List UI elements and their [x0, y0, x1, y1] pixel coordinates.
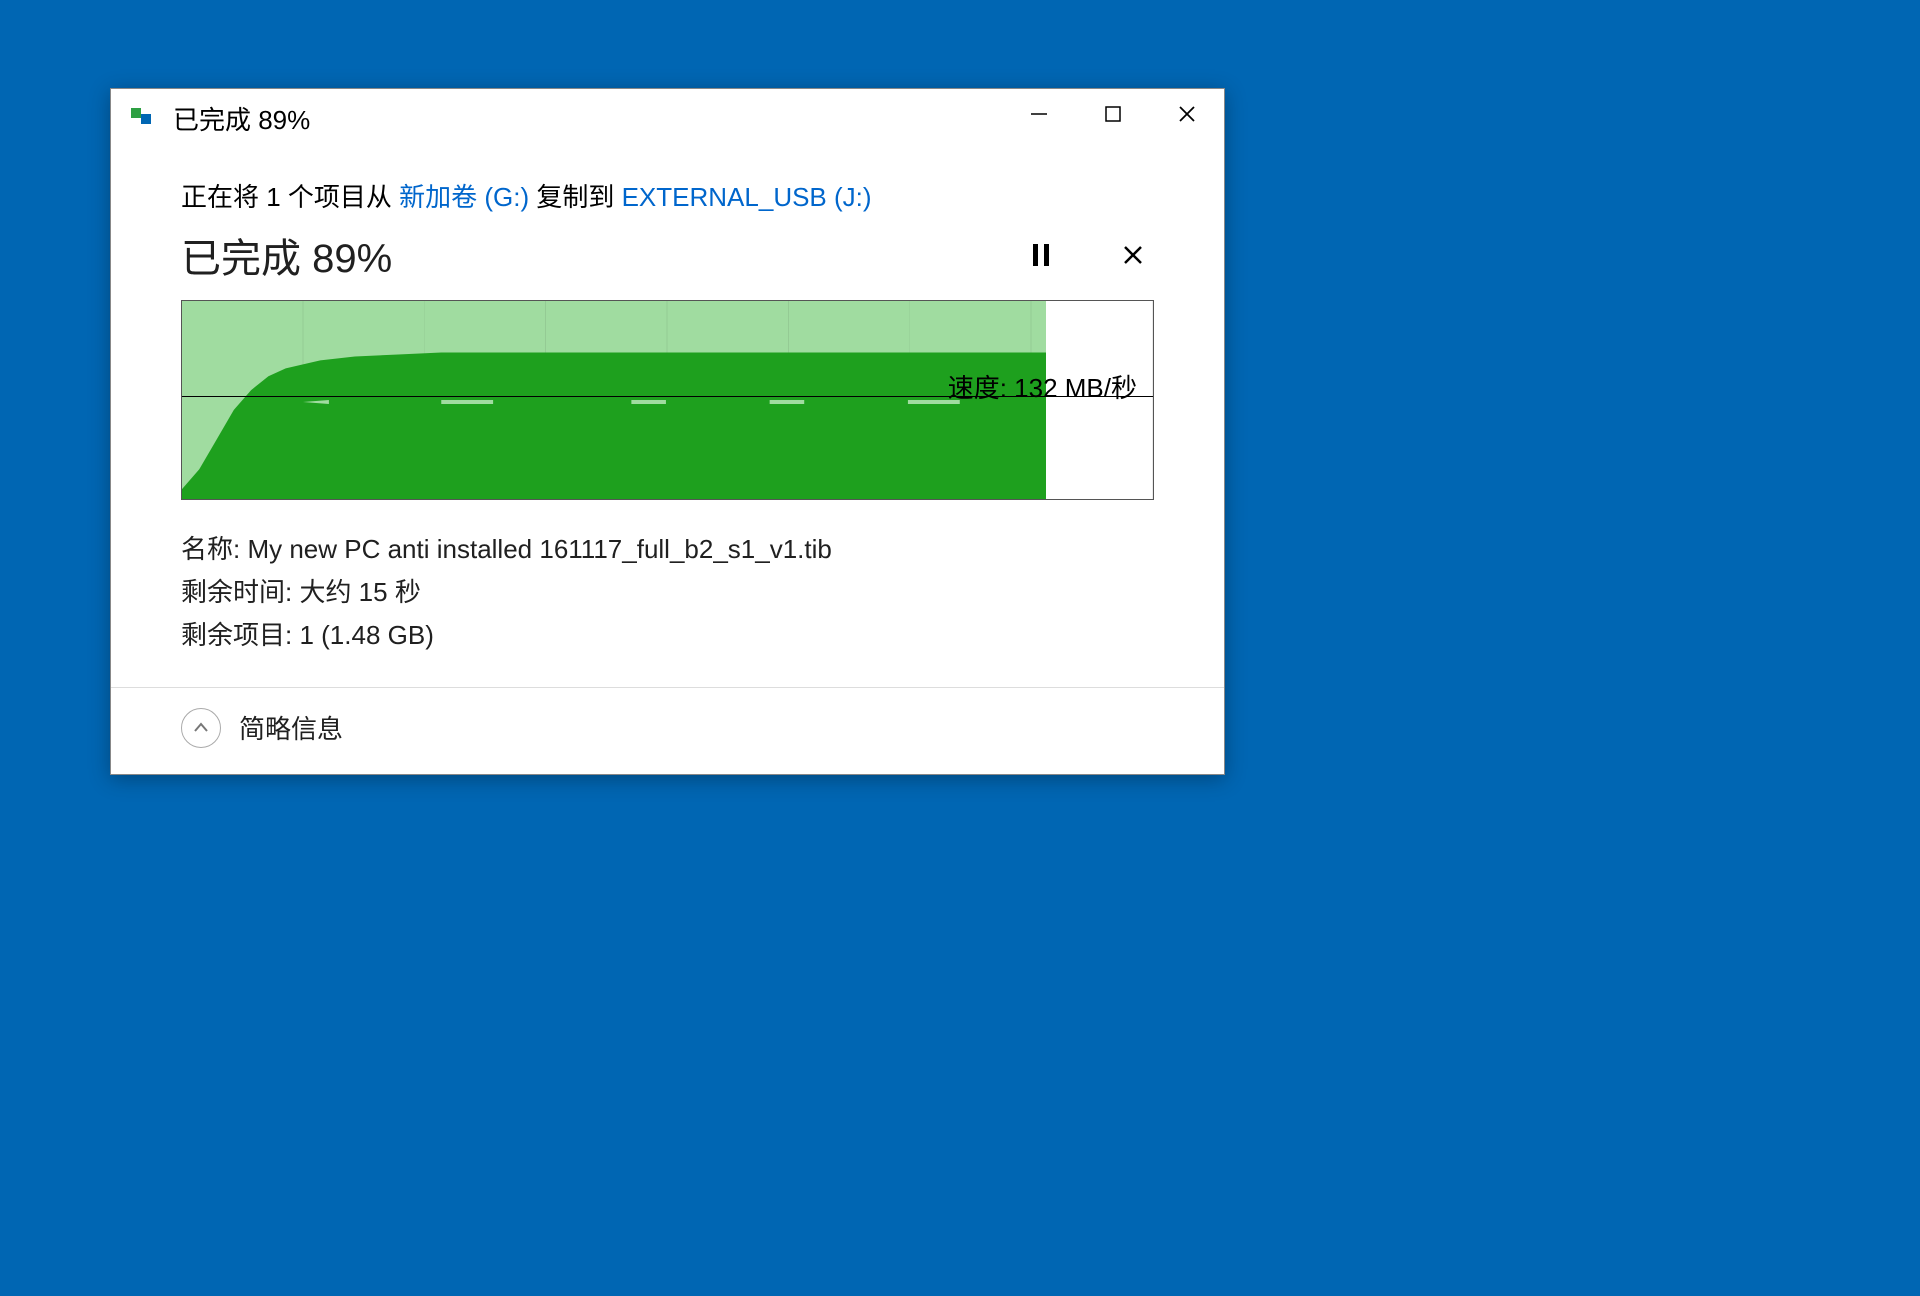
name-label: 名称: — [181, 534, 247, 564]
time-label: 剩余时间: — [181, 577, 299, 607]
titlebar[interactable]: 已完成 89% — [111, 89, 1224, 147]
minimize-button[interactable] — [1002, 89, 1076, 139]
progress-header: 已完成 89% — [181, 226, 1154, 284]
speed-label-text: 速度: — [948, 373, 1014, 403]
details-block: 名称: My new PC anti installed 161117_full… — [181, 528, 1154, 657]
items-value: 1 (1.48 GB) — [299, 620, 433, 650]
maximize-button[interactable] — [1076, 89, 1150, 139]
speed-value: 132 MB/秒 — [1014, 373, 1137, 403]
collapse-button[interactable] — [181, 708, 221, 748]
speed-label: 速度: 132 MB/秒 — [944, 368, 1141, 405]
file-copy-dialog: 已完成 89% 正在将 1 个项目从 新加卷 (G:) 复制到 EXTERNAL… — [110, 88, 1225, 775]
window-title: 已完成 89% — [173, 100, 310, 137]
copy-icon — [131, 106, 159, 130]
window-controls — [1002, 89, 1224, 139]
dest-link[interactable]: EXTERNAL_USB (J:) — [622, 182, 872, 212]
chart-area — [182, 301, 1046, 499]
speed-chart: 速度: 132 MB/秒 — [181, 300, 1154, 500]
name-value: My new PC anti installed 161117_full_b2_… — [247, 534, 831, 564]
copy-mid: 复制到 — [529, 182, 621, 212]
detail-name: 名称: My new PC anti installed 161117_full… — [181, 528, 1154, 571]
progress-actions — [1026, 240, 1154, 270]
progress-text: 已完成 89% — [181, 226, 392, 284]
dialog-footer: 简略信息 — [111, 687, 1224, 774]
source-link[interactable]: 新加卷 (G:) — [399, 182, 529, 212]
copy-prefix: 正在将 1 个项目从 — [181, 182, 399, 212]
cancel-button[interactable] — [1118, 240, 1148, 270]
time-value: 大约 15 秒 — [299, 577, 420, 607]
copy-description: 正在将 1 个项目从 新加卷 (G:) 复制到 EXTERNAL_USB (J:… — [181, 177, 1154, 214]
close-button[interactable] — [1150, 89, 1224, 139]
footer-label[interactable]: 简略信息 — [239, 709, 343, 746]
pause-button[interactable] — [1026, 240, 1056, 270]
dialog-content: 正在将 1 个项目从 新加卷 (G:) 复制到 EXTERNAL_USB (J:… — [111, 147, 1224, 687]
detail-time: 剩余时间: 大约 15 秒 — [181, 571, 1154, 614]
detail-items: 剩余项目: 1 (1.48 GB) — [181, 614, 1154, 657]
items-label: 剩余项目: — [181, 620, 299, 650]
